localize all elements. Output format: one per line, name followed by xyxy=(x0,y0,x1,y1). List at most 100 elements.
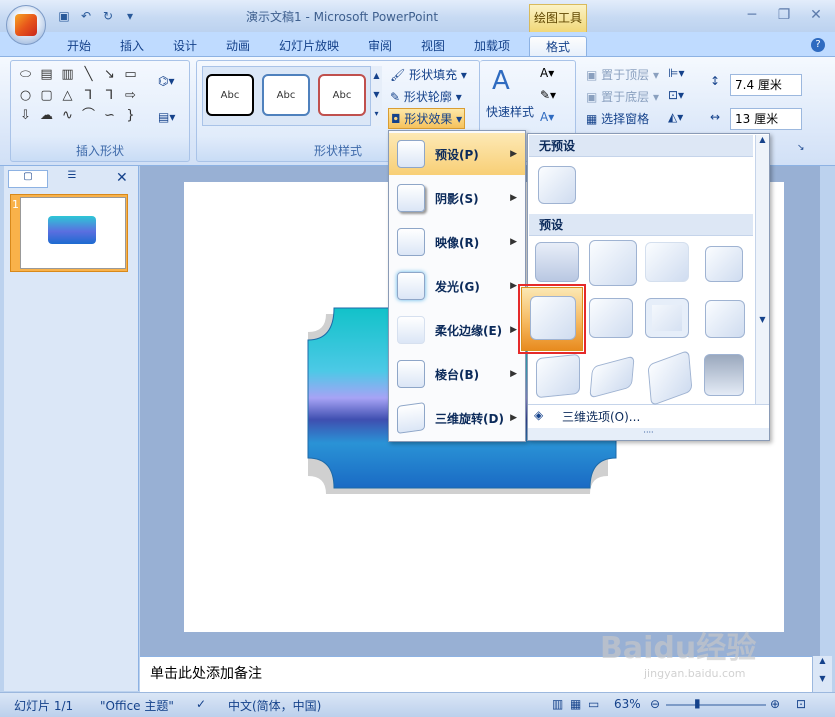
down-arrow-icon[interactable]: ⇩ xyxy=(16,107,35,126)
size-dialog-launcher-icon[interactable]: ↘ xyxy=(797,143,805,153)
bring-to-front-label: 置于顶层 xyxy=(601,68,650,82)
textbox-shape-icon[interactable]: ▤ xyxy=(37,66,56,85)
preset-1[interactable] xyxy=(535,242,579,282)
scribble-icon[interactable]: ∽ xyxy=(100,107,119,126)
cloud-shape-icon[interactable]: ☁ xyxy=(37,107,56,126)
normal-view-icon[interactable]: ▥ xyxy=(552,697,563,711)
close-icon[interactable]: ✕ xyxy=(803,5,829,25)
gallery-scrollbar[interactable]: ▲ ▼ xyxy=(755,135,769,405)
shape-effects-button[interactable]: ◘ 形状效果 ▾ xyxy=(388,108,466,129)
ellipse-shape-icon[interactable]: ○ xyxy=(16,87,35,106)
preset-3[interactable] xyxy=(645,242,689,282)
customize-qat-icon[interactable]: ▾ xyxy=(122,8,138,24)
zoom-thumb-icon[interactable]: ▮ xyxy=(694,696,701,710)
undo-icon[interactable]: ↶ xyxy=(78,8,94,24)
preset-6[interactable] xyxy=(589,298,633,338)
align-icon[interactable]: ⊫▾ xyxy=(668,66,684,80)
zoom-level[interactable]: 63% xyxy=(614,697,641,711)
selection-pane-button[interactable]: ▦ 选择窗格 xyxy=(586,110,649,127)
slideshow-view-icon[interactable]: ▭ xyxy=(588,697,599,711)
shape-gallery[interactable]: ⬭ ▤ ▥ ╲ ↘ ▭ ○ ▢ △ ⅂ ⅂ ⇨ ⇩ ☁ ∿ ⌒ ∽} xyxy=(16,66,140,126)
tab-insert[interactable]: 插入 xyxy=(113,36,151,56)
tab-design[interactable]: 设计 xyxy=(166,36,204,56)
menu-item-reflection[interactable]: 映像(R) ▶ xyxy=(389,221,525,263)
language[interactable]: 中文(简体，中国) xyxy=(228,697,321,714)
preset-2[interactable] xyxy=(589,240,637,286)
group-objects-icon[interactable]: ⊡▾ xyxy=(668,88,684,102)
zoom-out-icon[interactable]: ⊖ xyxy=(650,697,660,711)
slides-tab[interactable]: ▢ xyxy=(8,170,48,188)
preset-none[interactable] xyxy=(538,166,576,204)
sorter-view-icon[interactable]: ▦ xyxy=(570,697,581,711)
menu-item-3d-rotation[interactable]: 三维旋转(D) ▶ xyxy=(389,397,525,439)
elbow-arrow-icon[interactable]: ⅂ xyxy=(100,87,119,106)
right-arrow-icon[interactable]: ⇨ xyxy=(121,87,140,106)
tab-addins[interactable]: 加载项 xyxy=(467,36,517,56)
redo-icon[interactable]: ↻ xyxy=(100,8,116,24)
tab-animations[interactable]: 动画 xyxy=(219,36,257,56)
restore-icon[interactable]: ❐ xyxy=(771,5,797,25)
office-logo-icon xyxy=(15,14,37,36)
bring-to-front-button[interactable]: ▣ 置于顶层 ▾ xyxy=(586,66,659,83)
preset-7[interactable] xyxy=(645,298,689,338)
tab-slideshow[interactable]: 幻灯片放映 xyxy=(272,36,346,56)
rectangle-shape-icon[interactable]: ▭ xyxy=(121,66,140,85)
quick-styles-icon[interactable]: A xyxy=(492,66,510,96)
width-input[interactable]: 13 厘米 xyxy=(730,108,802,130)
outline-tab[interactable]: ☰ xyxy=(52,170,92,188)
zoom-slider[interactable] xyxy=(666,704,766,706)
menu-item-bevel[interactable]: 棱台(B) ▶ xyxy=(389,353,525,395)
tab-format[interactable]: 格式 xyxy=(529,36,587,56)
arrow-line-icon[interactable]: ↘ xyxy=(100,66,119,85)
shape-fill-button[interactable]: 🖌 形状填充 ▾ xyxy=(390,66,467,83)
brace-icon[interactable]: } xyxy=(121,107,140,126)
minimize-icon[interactable]: ─ xyxy=(739,5,765,25)
spellcheck-icon[interactable]: ✓ xyxy=(196,697,206,711)
tab-home[interactable]: 开始 xyxy=(60,36,98,56)
rotate-icon[interactable]: ◭▾ xyxy=(668,110,683,124)
shape-outline-button[interactable]: ✎ 形状轮廓 ▾ xyxy=(390,88,462,105)
paint-bucket-icon: 🖌 xyxy=(390,68,406,82)
3d-options-icon: ◈ xyxy=(534,408,544,422)
style-black[interactable]: Abc xyxy=(206,74,254,116)
rounded-rect-icon[interactable]: ▢ xyxy=(37,87,56,106)
style-gallery-scroll[interactable]: ▲ ▼ ▾ xyxy=(370,66,382,126)
theme-name[interactable]: "Office 主题" xyxy=(100,697,174,714)
text-fill-icon[interactable]: A▾ xyxy=(540,66,554,80)
menu-item-soft-edges[interactable]: 柔化边缘(E) ▶ xyxy=(389,309,525,351)
elbow-connector-icon[interactable]: ⅂ xyxy=(79,87,98,106)
style-red[interactable]: Abc xyxy=(318,74,366,116)
oval-shape-icon[interactable]: ⬭ xyxy=(16,66,35,85)
close-pane-icon[interactable]: ✕ xyxy=(116,170,128,186)
text-effects-icon[interactable]: A▾ xyxy=(540,110,554,124)
height-input[interactable]: 7.4 厘米 xyxy=(730,74,802,96)
textbox-dropdown-icon[interactable]: ▤▾ xyxy=(158,110,175,124)
preset-12[interactable] xyxy=(704,354,744,396)
text-outline-icon[interactable]: ✎▾ xyxy=(540,88,556,102)
help-icon[interactable]: ? xyxy=(811,38,825,52)
menu-item-preset[interactable]: 预设(P) ▶ xyxy=(389,133,525,175)
zoom-in-icon[interactable]: ⊕ xyxy=(770,697,780,711)
style-blue[interactable]: Abc xyxy=(262,74,310,116)
notes-scrollbar[interactable]: ▲ ▼ xyxy=(812,656,832,692)
menu-item-glow[interactable]: 发光(G) ▶ xyxy=(389,265,525,307)
quick-styles-label[interactable]: 快速样式 xyxy=(486,103,534,120)
triangle-shape-icon[interactable]: △ xyxy=(58,87,77,106)
3d-options-item[interactable]: 三维选项(O)... xyxy=(528,404,769,428)
send-to-back-button[interactable]: ▣ 置于底层 ▾ xyxy=(586,88,659,105)
curve-icon[interactable]: ⌒ xyxy=(79,107,98,126)
preset-4[interactable] xyxy=(705,246,743,282)
save-icon[interactable]: ▣ xyxy=(56,8,72,24)
preset-9[interactable] xyxy=(536,353,580,399)
vertical-textbox-icon[interactable]: ▥ xyxy=(58,66,77,85)
menu-item-shadow[interactable]: 阴影(S) ▶ xyxy=(389,177,525,219)
tab-review[interactable]: 审阅 xyxy=(361,36,399,56)
freeform-icon[interactable]: ∿ xyxy=(58,107,77,126)
fit-window-icon[interactable]: ⊡ xyxy=(796,697,806,711)
preset-8[interactable] xyxy=(705,300,745,338)
resize-grip-icon[interactable]: ···· xyxy=(528,428,769,440)
tab-view[interactable]: 视图 xyxy=(414,36,452,56)
line-shape-icon[interactable]: ╲ xyxy=(79,66,98,85)
office-button[interactable] xyxy=(6,5,46,45)
edit-shape-icon[interactable]: ⌬▾ xyxy=(158,74,175,88)
